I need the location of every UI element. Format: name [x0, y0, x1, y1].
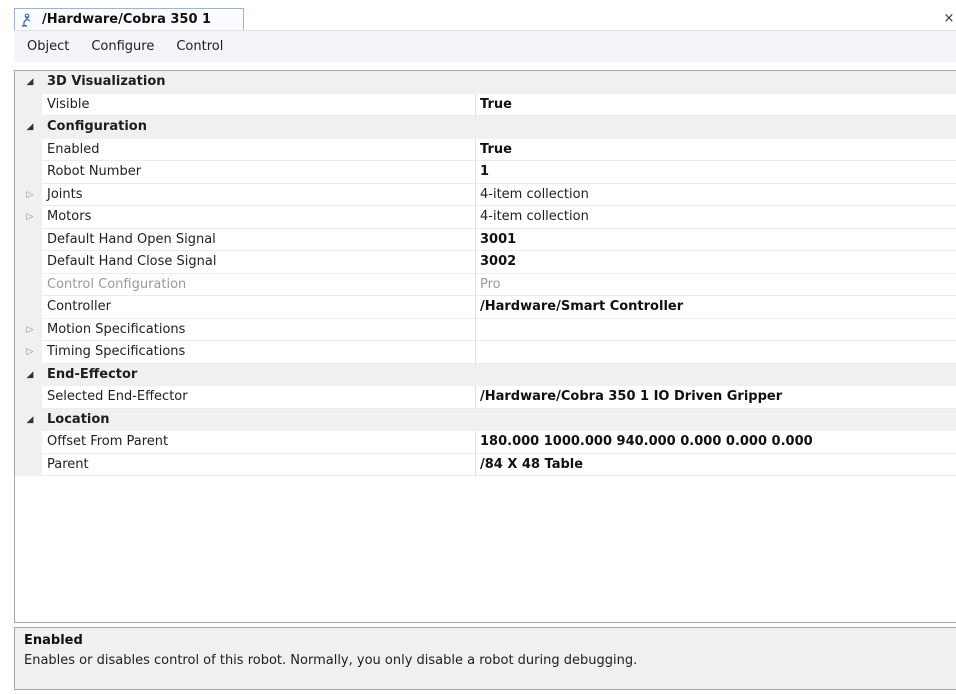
document-tab-strip: /Hardware/Cobra 350 1 × [0, 0, 956, 30]
property-value[interactable]: 3001 [476, 229, 956, 251]
property-value[interactable]: 3002 [476, 251, 956, 274]
description-panel: Enabled Enables or disables control of t… [14, 627, 956, 690]
property-row[interactable]: ▷ Motion Specifications [15, 318, 956, 342]
property-row[interactable]: Selected End-Effector/Hardware/Cobra 350… [15, 386, 956, 409]
collapse-icon[interactable]: ◢ [24, 71, 36, 94]
property-row[interactable]: Control Configuration Pro [15, 273, 956, 296]
category-row[interactable]: ◢ Configuration [15, 116, 956, 139]
property-name: Parent [42, 453, 476, 476]
property-value[interactable]: True [476, 139, 956, 161]
property-value[interactable]: 180.000 1000.000 940.000 0.000 0.000 0.0… [476, 431, 956, 454]
property-name: Default Hand Open Signal [42, 228, 476, 251]
row-gutter [15, 251, 42, 274]
property-editor-window: /Hardware/Cobra 350 1 × Object Configure… [0, 0, 956, 694]
expand-icon[interactable]: ▷ [24, 319, 36, 342]
property-row[interactable]: Controller/Hardware/Smart Controller [15, 296, 956, 319]
property-value[interactable]: 4-item collection [476, 206, 956, 229]
property-row[interactable]: Default Hand Close Signal 3002 [15, 251, 956, 274]
property-row[interactable]: Robot Number 1 [15, 161, 956, 184]
category-label: 3D Visualization [47, 74, 166, 89]
property-value[interactable]: Pro [476, 274, 956, 296]
property-name: Robot Number [42, 161, 476, 184]
property-row[interactable]: Default Hand Open Signal 3001 [15, 228, 956, 251]
category-row[interactable]: ◢ End-Effector [15, 363, 956, 387]
collapse-icon[interactable]: ◢ [24, 116, 36, 139]
property-value[interactable]: /Hardware/Cobra 350 1 IO Driven Gripper [476, 386, 956, 409]
row-gutter [15, 228, 42, 251]
collapse-icon[interactable]: ◢ [24, 364, 36, 387]
category-label: Location [47, 411, 110, 427]
property-row[interactable]: ▷ Timing Specifications [15, 341, 956, 364]
description-text: Enables or disables control of this robo… [24, 653, 638, 668]
property-name: Enabled [42, 138, 476, 161]
property-name: Default Hand Close Signal [42, 251, 476, 274]
property-name: Motors [42, 206, 476, 229]
menu-bar: Object Configure Control [14, 30, 956, 62]
property-value[interactable]: 1 [476, 161, 956, 184]
expand-icon[interactable]: ▷ [24, 206, 36, 229]
row-gutter [15, 93, 42, 116]
menu-configure[interactable]: Configure [80, 39, 165, 54]
property-name: Controller [42, 296, 476, 319]
row-gutter [15, 431, 42, 454]
row-gutter [15, 296, 42, 319]
property-row[interactable]: Offset From Parent 180.000 1000.000 940.0… [15, 431, 956, 454]
robot-arm-icon [18, 13, 36, 27]
row-gutter [15, 386, 42, 409]
property-name: Timing Specifications [42, 341, 476, 364]
property-value[interactable]: /Hardware/Smart Controller [476, 296, 956, 319]
property-value[interactable] [476, 341, 956, 364]
close-icon[interactable]: × [942, 9, 956, 29]
row-gutter [15, 453, 42, 476]
property-value[interactable]: 4-item collection [476, 184, 956, 206]
category-row[interactable]: ◢ 3D Visualization [15, 71, 956, 94]
row-gutter [15, 273, 42, 296]
menu-control[interactable]: Control [165, 39, 234, 54]
collapse-icon[interactable]: ◢ [24, 409, 36, 432]
property-name: Visible [42, 93, 476, 116]
property-row[interactable]: Visible True [15, 93, 956, 116]
property-value[interactable]: /84 X 48 Table [476, 454, 956, 476]
property-name: Motion Specifications [42, 318, 476, 341]
property-value[interactable]: True [476, 94, 956, 116]
property-row[interactable]: ▷ Joints 4-item collection [15, 183, 956, 207]
property-value[interactable] [476, 319, 956, 341]
property-name: Control Configuration [42, 273, 476, 296]
document-tab[interactable]: /Hardware/Cobra 350 1 [14, 8, 244, 30]
property-row[interactable]: Parent/84 X 48 Table [15, 453, 956, 476]
category-label: Configuration [47, 119, 147, 134]
property-row[interactable]: ▷ Motors 4-item collection [15, 206, 956, 229]
property-row[interactable]: Enabled True [15, 138, 956, 161]
category-row[interactable]: ◢ Location [15, 408, 956, 432]
description-title: Enabled [24, 633, 83, 648]
row-gutter [15, 138, 42, 161]
property-grid: ◢ 3D Visualization Visible True ◢ Configurati… [14, 70, 956, 623]
tab-title: /Hardware/Cobra 350 1 [42, 12, 212, 27]
row-gutter [15, 161, 42, 184]
expand-icon[interactable]: ▷ [24, 341, 36, 364]
menu-object[interactable]: Object [14, 39, 80, 54]
property-name: Selected End-Effector [42, 386, 476, 409]
property-name: Offset From Parent [42, 431, 476, 454]
expand-icon[interactable]: ▷ [24, 184, 36, 207]
category-label: End-Effector [47, 366, 138, 382]
property-name: Joints [42, 183, 476, 206]
